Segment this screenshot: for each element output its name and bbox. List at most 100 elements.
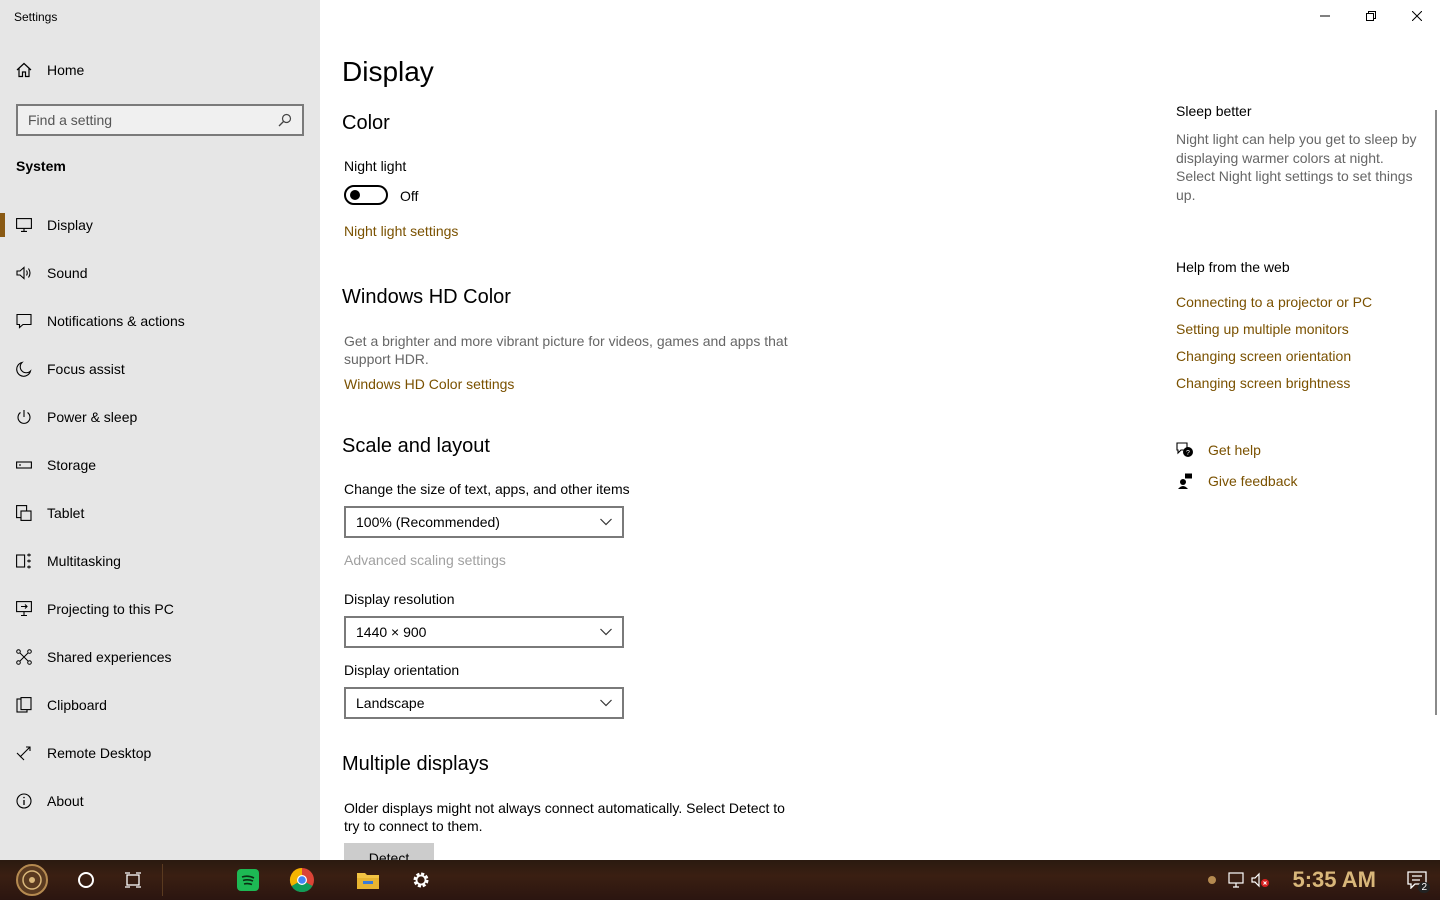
advanced-scaling-link[interactable]: Advanced scaling settings [344,552,506,568]
project-icon [16,601,32,617]
multiple-displays-heading: Multiple displays [342,753,489,775]
drive-icon [16,457,32,473]
sidebar-item-label: Notifications & actions [47,313,185,329]
network-button[interactable] [1224,860,1248,900]
home-icon [16,62,32,78]
orientation-value: Landscape [356,695,425,711]
sidebar-item-focus-assist[interactable]: Focus assist [0,345,320,393]
taskbar-clock[interactable]: 5:35 AM [1292,867,1376,893]
scrollbar[interactable] [1435,110,1437,715]
sidebar-item-clipboard[interactable]: Clipboard [0,681,320,729]
night-light-state: Off [400,188,419,204]
cortana-icon [78,872,94,888]
svg-text:?: ? [1186,450,1190,457]
cortana-button[interactable] [64,860,108,900]
power-icon [16,409,32,425]
page-title: Display [342,56,434,87]
section-title: System [16,158,66,174]
hd-color-settings-link[interactable]: Windows HD Color settings [344,376,514,392]
sidebar-item-about[interactable]: About [0,777,320,825]
hd-color-description: Get a brighter and more vibrant picture … [344,333,788,367]
resolution-dropdown[interactable]: 1440 × 900 [344,616,624,648]
multiple-displays-description: Older displays might not always connect … [344,800,785,834]
gear-icon [413,872,429,888]
help-link-projector[interactable]: Connecting to a projector or PC [1176,294,1372,310]
sidebar-item-label: About [47,793,84,809]
close-button[interactable] [1394,0,1440,32]
volume-muted-icon [1251,872,1270,888]
monitor-icon [16,217,32,233]
hd-color-heading: Windows HD Color [342,286,511,308]
sidebar-item-label: Shared experiences [47,649,172,665]
multitask-icon [16,553,32,569]
sidebar-item-label: Clipboard [47,697,107,713]
sidebar: Settings Home System Display Sound Notif… [0,0,320,860]
help-link-multiple-monitors[interactable]: Setting up multiple monitors [1176,321,1349,337]
settings-taskbar-button[interactable] [401,860,441,900]
sidebar-item-sound[interactable]: Sound [0,249,320,297]
night-light-toggle[interactable] [344,185,388,205]
sidebar-item-storage[interactable]: Storage [0,441,320,489]
start-button[interactable] [0,860,64,900]
search-icon[interactable] [278,113,292,127]
chevron-down-icon [600,518,612,526]
help-web-heading: Help from the web [1176,259,1290,275]
sidebar-item-projecting[interactable]: Projecting to this PC [0,585,320,633]
help-link-orientation[interactable]: Changing screen orientation [1176,348,1351,364]
sidebar-item-shared-experiences[interactable]: Shared experiences [0,633,320,681]
sidebar-item-power-sleep[interactable]: Power & sleep [0,393,320,441]
volume-button[interactable] [1248,860,1274,900]
file-explorer-button[interactable] [335,860,401,900]
minimize-button[interactable] [1302,0,1348,32]
sidebar-item-label: Focus assist [47,361,125,377]
resolution-value: 1440 × 900 [356,624,427,640]
message-icon [16,313,32,329]
restore-icon [1366,11,1376,21]
remote-icon [16,745,32,761]
sidebar-item-multitasking[interactable]: Multitasking [0,537,320,585]
sidebar-item-label: Projecting to this PC [47,601,174,617]
get-help-link[interactable]: ? Get help [1176,441,1261,459]
sidebar-item-tablet[interactable]: Tablet [0,489,320,537]
sidebar-item-display[interactable]: Display [0,201,320,249]
spotify-button[interactable] [217,860,279,900]
task-view-button[interactable] [108,860,158,900]
size-label: Change the size of text, apps, and other… [344,481,630,497]
give-feedback-label: Give feedback [1208,473,1298,489]
sidebar-item-remote-desktop[interactable]: Remote Desktop [0,729,320,777]
night-light-settings-link[interactable]: Night light settings [344,223,458,239]
start-orb-icon [16,864,48,896]
notification-count-badge: 2 [1418,882,1430,893]
folder-icon [357,873,379,889]
sidebar-item-label: Storage [47,457,97,473]
detect-button[interactable]: Detect [344,843,434,860]
share-icon [16,649,32,665]
give-feedback-link[interactable]: Give feedback [1176,472,1298,490]
scale-dropdown[interactable]: 100% (Recommended) [344,506,624,538]
search-box[interactable] [16,104,304,136]
sidebar-item-label: Tablet [47,505,85,521]
tray-app-icon [1208,876,1217,884]
chevron-down-icon [600,699,612,707]
sidebar-item-notifications[interactable]: Notifications & actions [0,297,320,345]
app-title: Settings [14,10,58,24]
sidebar-item-label: Sound [47,265,88,281]
restore-button[interactable] [1348,0,1394,32]
speaker-icon [16,265,32,281]
sidebar-item-label: Multitasking [47,553,121,569]
chrome-button[interactable] [279,860,325,900]
home-link[interactable]: Home [16,62,84,78]
home-label: Home [47,62,85,78]
search-input[interactable] [28,112,278,128]
tray-overflow-button[interactable] [1200,860,1224,900]
clipboard-icon [16,697,32,713]
chevron-down-icon [600,628,612,636]
get-help-label: Get help [1208,442,1261,458]
sleep-better-heading: Sleep better [1176,103,1252,119]
toggle-knob [350,190,360,200]
help-link-brightness[interactable]: Changing screen brightness [1176,375,1350,391]
action-center-button[interactable]: 2 [1394,860,1440,900]
help-chat-icon: ? [1176,441,1194,459]
orientation-dropdown[interactable]: Landscape [344,687,624,719]
chrome-icon [289,868,314,893]
